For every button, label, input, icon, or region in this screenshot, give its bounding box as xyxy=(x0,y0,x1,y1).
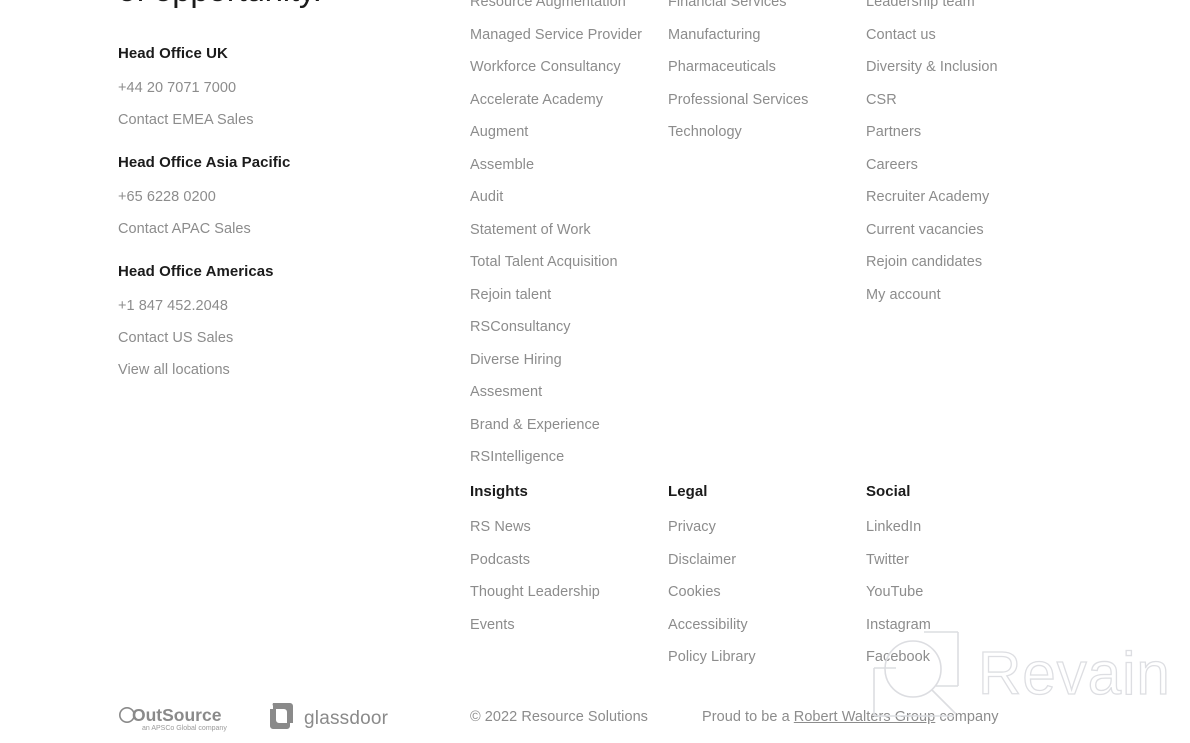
footer-bottom-bar: OutSource an APSCo Global company glassd… xyxy=(0,695,1190,743)
view-all-locations-link[interactable]: View all locations xyxy=(118,360,418,380)
office-block-apac: Head Office Asia Pacific +65 6228 0200 C… xyxy=(118,153,418,239)
glassdoor-logo[interactable]: glassdoor xyxy=(268,700,392,734)
column-heading-insights: Insights xyxy=(470,483,528,500)
link-manufacturing[interactable]: Manufacturing xyxy=(668,25,868,45)
link-rejoin-talent[interactable]: Rejoin talent xyxy=(470,285,670,305)
link-managed-service-provider[interactable]: Managed Service Provider xyxy=(470,25,670,45)
office-phone[interactable]: +1 847 452.2048 xyxy=(118,296,418,316)
office-phone[interactable]: +65 6228 0200 xyxy=(118,187,418,207)
glassdoor-mark-icon xyxy=(270,703,293,729)
link-podcasts[interactable]: Podcasts xyxy=(470,550,670,570)
link-my-account[interactable]: My account xyxy=(866,285,1066,305)
column-heading-legal: Legal xyxy=(668,483,708,500)
office-title: Head Office Asia Pacific xyxy=(118,154,291,171)
link-policy-library[interactable]: Policy Library xyxy=(668,647,868,667)
link-thought-leadership[interactable]: Thought Leadership xyxy=(470,582,670,602)
link-technology[interactable]: Technology xyxy=(668,122,868,142)
office-block-uk: Head Office UK +44 20 7071 7000 Contact … xyxy=(118,44,418,130)
link-rsintelligence[interactable]: RSIntelligence xyxy=(470,447,670,467)
link-instagram[interactable]: Instagram xyxy=(866,615,1066,635)
office-phone[interactable]: +44 20 7071 7000 xyxy=(118,78,418,98)
link-diverse-hiring[interactable]: Diverse Hiring xyxy=(470,350,670,370)
column-heading-social: Social xyxy=(866,483,911,500)
link-rsconsultancy[interactable]: RSConsultancy xyxy=(470,317,670,337)
link-pharmaceuticals[interactable]: Pharmaceuticals xyxy=(668,57,868,77)
link-total-talent-acquisition[interactable]: Total Talent Acquisition xyxy=(470,252,670,272)
office-block-americas: Head Office Americas +1 847 452.2048 Con… xyxy=(118,262,418,380)
link-rs-news[interactable]: RS News xyxy=(470,517,670,537)
site-footer: of opportunity. Head Office UK +44 20 70… xyxy=(0,0,1190,743)
link-accelerate-academy[interactable]: Accelerate Academy xyxy=(470,90,670,110)
proud-prefix: Proud to be a xyxy=(702,709,794,725)
link-accessibility[interactable]: Accessibility xyxy=(668,615,868,635)
link-diversity-and-inclusion[interactable]: Diversity & Inclusion xyxy=(866,57,1066,77)
headline-text: of opportunity. xyxy=(118,0,458,10)
link-leadership-team[interactable]: Leadership team xyxy=(866,0,1066,12)
link-workforce-consultancy[interactable]: Workforce Consultancy xyxy=(470,57,670,77)
glassdoor-wordmark: glassdoor xyxy=(304,708,389,729)
link-financial-services[interactable]: Financial Services xyxy=(668,0,868,12)
link-assesment[interactable]: Assesment xyxy=(470,382,670,402)
headline-fragment: of opportunity. xyxy=(118,0,458,10)
link-twitter[interactable]: Twitter xyxy=(866,550,1066,570)
link-current-vacancies[interactable]: Current vacancies xyxy=(866,220,1066,240)
link-augment[interactable]: Augment xyxy=(470,122,670,142)
link-disclaimer[interactable]: Disclaimer xyxy=(668,550,868,570)
office-sales-link[interactable]: Contact APAC Sales xyxy=(118,219,418,239)
office-sales-link[interactable]: Contact EMEA Sales xyxy=(118,110,418,130)
link-linkedin[interactable]: LinkedIn xyxy=(866,517,1066,537)
footer-column-insights: Insights RS News Podcasts Thought Leader… xyxy=(470,482,670,647)
footer-column-company: Leadership team Contact us Diversity & I… xyxy=(866,0,1066,317)
link-facebook[interactable]: Facebook xyxy=(866,647,1066,667)
link-csr[interactable]: CSR xyxy=(866,90,1066,110)
office-sales-link[interactable]: Contact US Sales xyxy=(118,328,418,348)
svg-text:an APSCo Global company: an APSCo Global company xyxy=(142,725,227,732)
contact-column: Head Office UK +44 20 7071 7000 Contact … xyxy=(118,44,418,403)
link-careers[interactable]: Careers xyxy=(866,155,1066,175)
link-statement-of-work[interactable]: Statement of Work xyxy=(470,220,670,240)
footer-column-industries: Financial Services Manufacturing Pharmac… xyxy=(668,0,868,155)
link-brand-and-experience[interactable]: Brand & Experience xyxy=(470,415,670,435)
link-recruiter-academy[interactable]: Recruiter Academy xyxy=(866,187,1066,207)
link-resource-augmentation[interactable]: Resource Augmentation xyxy=(470,0,670,12)
proud-suffix: company xyxy=(935,709,999,725)
link-audit[interactable]: Audit xyxy=(470,187,670,207)
footer-column-legal: Legal Privacy Disclaimer Cookies Accessi… xyxy=(668,482,868,680)
link-privacy[interactable]: Privacy xyxy=(668,517,868,537)
link-cookies[interactable]: Cookies xyxy=(668,582,868,602)
office-title: Head Office Americas xyxy=(118,263,274,280)
svg-text:OutSource: OutSource xyxy=(132,705,222,725)
robert-walters-group-link[interactable]: Robert Walters Group xyxy=(794,709,935,725)
parent-company-statement: Proud to be a Robert Walters Group compa… xyxy=(702,709,999,725)
footer-column-services: Resource Augmentation Managed Service Pr… xyxy=(470,0,670,480)
outsource-logo[interactable]: OutSource an APSCo Global company xyxy=(118,702,242,734)
link-professional-services[interactable]: Professional Services xyxy=(668,90,868,110)
link-events[interactable]: Events xyxy=(470,615,670,635)
office-title: Head Office UK xyxy=(118,45,228,62)
link-youtube[interactable]: YouTube xyxy=(866,582,1066,602)
copyright-text: © 2022 Resource Solutions xyxy=(470,709,648,725)
link-contact-us[interactable]: Contact us xyxy=(866,25,1066,45)
link-rejoin-candidates[interactable]: Rejoin candidates xyxy=(866,252,1066,272)
link-assemble[interactable]: Assemble xyxy=(470,155,670,175)
link-partners[interactable]: Partners xyxy=(866,122,1066,142)
footer-column-social: Social LinkedIn Twitter YouTube Instagra… xyxy=(866,482,1066,680)
